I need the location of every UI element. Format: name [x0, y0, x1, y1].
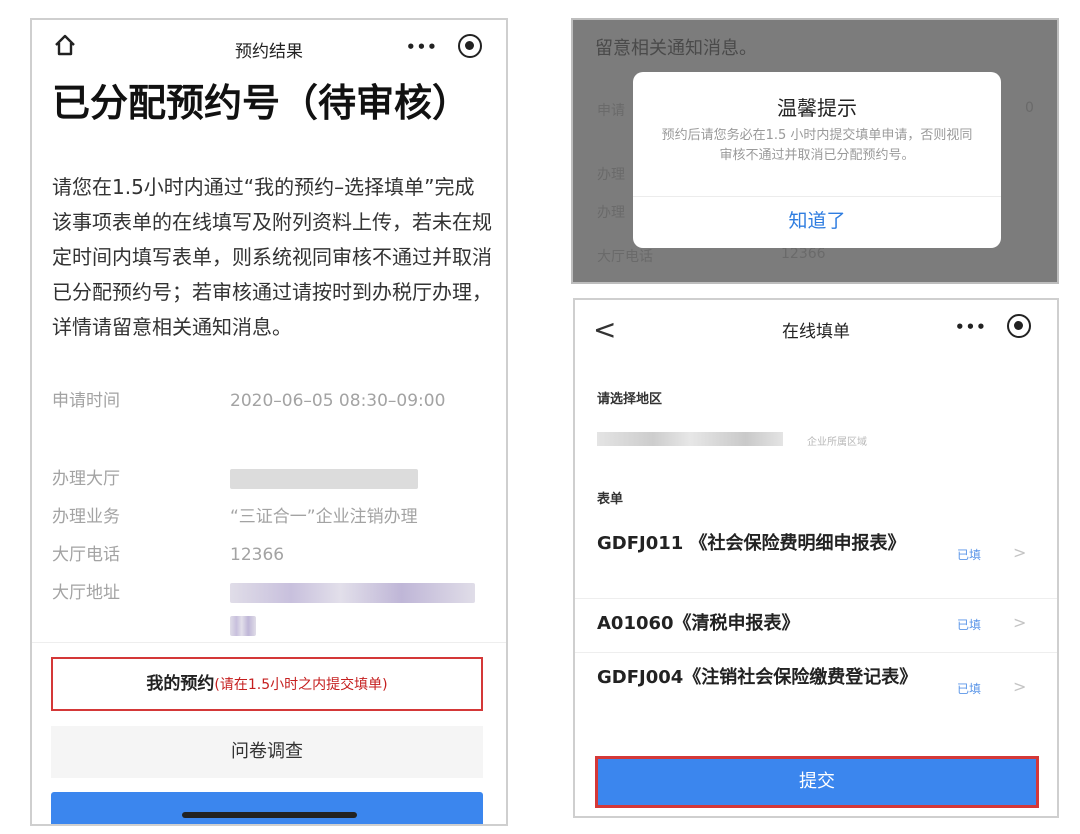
redacted-region-value	[597, 432, 783, 446]
close-miniprogram-icon[interactable]	[458, 34, 482, 58]
info-value: 12366	[230, 545, 285, 565]
form-status: 已填	[957, 618, 982, 632]
online-form-screen: < 在线填单 ••• 请选择地区 企业所属区域 表单 GDFJ011 《社会保险…	[573, 298, 1059, 818]
background-label: 办理	[597, 167, 625, 183]
chevron-right-icon: >	[1013, 613, 1027, 632]
form-item[interactable]: A01060《清税申报表》 已填 >	[575, 610, 1057, 646]
acknowledge-button[interactable]: 知道了	[633, 206, 1001, 233]
my-appointment-button[interactable]: 我的预约(请在1.5小时之内提交填单)	[51, 657, 483, 711]
home-indicator	[182, 812, 357, 818]
appointment-result-screen: 预约结果 ••• 已分配预约号（待审核） 请您在1.5小时内通过“我的预约–选择…	[30, 18, 508, 826]
button-label: 我的预约	[146, 674, 215, 694]
questionnaire-button[interactable]: 问卷调查	[51, 726, 483, 778]
dialog-title: 温馨提示	[777, 96, 857, 120]
region-section-label: 请选择地区	[597, 392, 663, 407]
submit-button[interactable]: 提交	[595, 756, 1039, 808]
forms-section-label: 表单	[597, 492, 624, 507]
background-label: 大厅电话	[597, 249, 653, 265]
result-headline: 已分配预约号（待审核）	[52, 81, 471, 125]
navbar: 预约结果 •••	[32, 20, 506, 78]
info-label: 办理大厅	[52, 469, 120, 489]
navbar: < 在线填单 •••	[575, 300, 1057, 358]
redacted-hall-value	[230, 464, 480, 494]
divider	[575, 598, 1057, 599]
divider	[32, 642, 506, 643]
background-value: 0	[1025, 100, 1034, 116]
result-description: 请您在1.5小时内通过“我的预约–选择填单”完成该事项表单的在线填写及附列资料上…	[52, 175, 492, 339]
info-label: 大厅地址	[52, 583, 120, 603]
redacted-address-value	[230, 578, 480, 638]
chevron-right-icon: >	[1013, 677, 1027, 696]
info-row-apply-time: 申请时间 2020–06–05 08:30–09:00	[52, 386, 492, 446]
background-value: 12366	[781, 246, 826, 262]
form-status: 已填	[957, 682, 982, 696]
more-options-icon[interactable]: •••	[955, 318, 987, 336]
reminder-dialog: 温馨提示 预约后请您务必在1.5 小时内提交填单申请，否则视同审核不通过并取消已…	[633, 72, 1001, 248]
close-miniprogram-icon[interactable]	[1007, 314, 1031, 338]
info-label: 办理业务	[52, 507, 120, 527]
form-item[interactable]: GDFJ011 《社会保险费明细申报表》 已填 >	[575, 530, 1057, 590]
info-value: 2020–06–05 08:30–09:00	[230, 391, 446, 411]
form-title: GDFJ004《注销社会保险缴费登记表》	[597, 667, 918, 688]
primary-action-button[interactable]	[51, 792, 483, 824]
button-hint: (请在1.5小时之内提交填单)	[214, 677, 388, 693]
info-row-address: 大厅地址	[52, 578, 492, 636]
dialog-divider	[633, 196, 1001, 197]
info-label: 申请时间	[52, 391, 120, 411]
region-hint: 企业所属区域	[807, 437, 867, 448]
more-options-icon[interactable]: •••	[406, 38, 438, 56]
form-title: A01060《清税申报表》	[597, 613, 800, 634]
chevron-right-icon: >	[1013, 543, 1027, 562]
info-label: 大厅电话	[52, 545, 120, 565]
background-label: 办理	[597, 205, 625, 221]
dialog-message: 预约后请您务必在1.5 小时内提交填单申请，否则视同审核不通过并取消已分配预约号…	[661, 128, 973, 163]
form-title: GDFJ011 《社会保险费明细申报表》	[597, 533, 906, 554]
form-item[interactable]: GDFJ004《注销社会保险缴费登记表》 已填 >	[575, 664, 1057, 724]
background-label: 申请	[597, 103, 625, 119]
background-text: 留意相关通知消息。	[595, 38, 757, 59]
divider	[575, 652, 1057, 653]
region-selector[interactable]: 企业所属区域	[597, 428, 1037, 452]
info-value: “三证合一”企业注销办理	[230, 507, 418, 527]
form-status: 已填	[957, 548, 982, 562]
reminder-dialog-screen: 留意相关通知消息。 申请 0 办理 办理 大厅电话 12366 温馨提示 预约后…	[571, 18, 1059, 284]
